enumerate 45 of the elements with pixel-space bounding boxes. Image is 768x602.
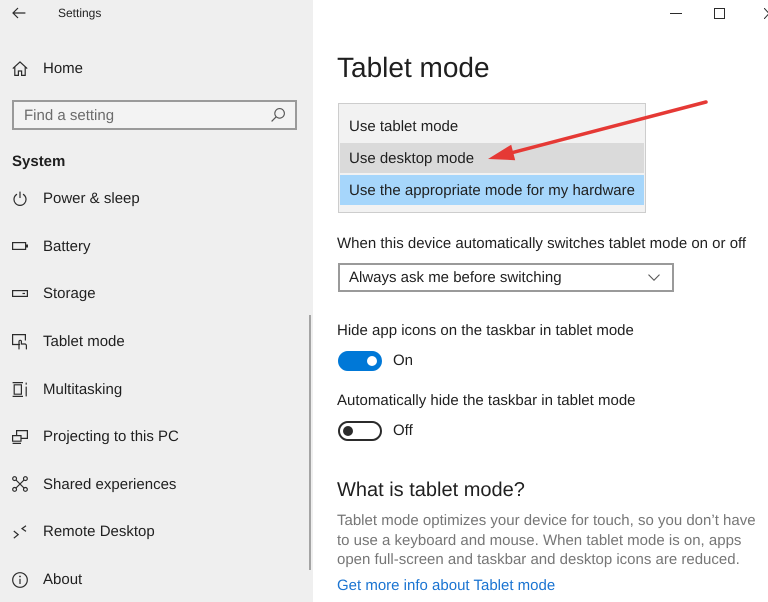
dropdown[interactable]: Always ask me before switching xyxy=(338,263,674,292)
tablet-touch-icon xyxy=(12,334,28,350)
nav-item[interactable]: Remote Desktop xyxy=(0,508,155,556)
back-icon[interactable] xyxy=(12,7,26,19)
dropdown-option[interactable]: Use desktop mode xyxy=(340,143,644,173)
dropdown-option[interactable]: Use the appropriate mode for my hardware xyxy=(340,175,644,205)
home-nav-item[interactable]: Home xyxy=(0,48,84,88)
info-icon xyxy=(12,572,28,588)
nav-item[interactable]: Battery xyxy=(0,222,91,270)
section-heading: System xyxy=(12,153,66,170)
section-heading: What is tablet mode? xyxy=(337,478,525,503)
maximize-icon[interactable] xyxy=(714,8,725,18)
nav-item[interactable]: Tablet mode xyxy=(0,318,125,366)
two-monitors-icon xyxy=(12,430,28,444)
toggle-switch[interactable] xyxy=(338,351,382,371)
dropdown-option[interactable]: Use tablet mode xyxy=(340,111,644,141)
home-icon xyxy=(12,60,28,76)
setting-label: Automatically hide the taskbar in tablet mode xyxy=(337,391,636,411)
minimize-icon[interactable] xyxy=(670,12,682,14)
connected-nodes-icon xyxy=(12,476,28,492)
search-icon[interactable] xyxy=(271,108,285,122)
nav-item[interactable]: Multitasking xyxy=(0,365,122,413)
toggle-state-label: Off xyxy=(393,421,413,441)
setting-label: When this device automatically switches tablet mode on or off xyxy=(337,234,746,254)
drive-icon xyxy=(12,290,28,298)
nav-item[interactable]: Shared experiences xyxy=(0,460,176,508)
close-icon[interactable] xyxy=(764,8,768,18)
chevron-down-icon xyxy=(648,274,660,281)
nav-item[interactable]: Storage xyxy=(0,270,96,318)
toggle-state-label: On xyxy=(393,351,414,371)
description-paragraph: Tablet mode optimizes your device for touch, so you don’t have to use a keyboard and mouse. When tablet mode is on, apps open full-screen and taskbar and desktop icons are reduced. xyxy=(337,511,757,570)
battery-icon xyxy=(12,242,28,250)
nav-item[interactable]: About xyxy=(0,556,82,602)
power-icon xyxy=(13,191,27,206)
chevrons-icon xyxy=(13,524,27,539)
stacked-window-icon xyxy=(12,382,28,397)
setting-label: Hide app icons on the taskbar in tablet mode xyxy=(337,321,634,341)
search-field[interactable]: Find a setting xyxy=(12,100,297,130)
nav-item[interactable]: Power & sleep xyxy=(0,175,140,223)
nav-item[interactable]: Projecting to this PC xyxy=(0,412,179,461)
info-link[interactable]: Get more info about Tablet mode xyxy=(337,576,556,596)
scrollbar[interactable] xyxy=(309,315,311,570)
window-title: Settings xyxy=(58,6,102,20)
toggle-switch[interactable] xyxy=(338,421,382,441)
page-title: Tablet mode xyxy=(337,51,490,85)
